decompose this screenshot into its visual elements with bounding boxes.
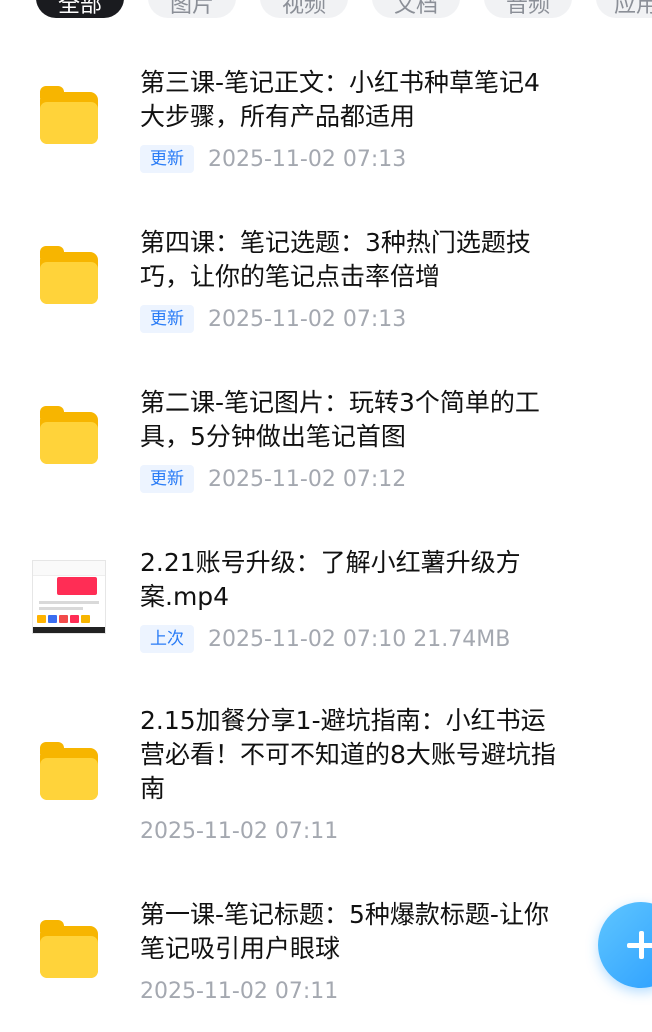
filter-chip-images[interactable]: 图片 [148, 0, 236, 18]
filter-chip-label: 视频 [281, 0, 326, 18]
item-title: 第三课-笔记正文：小红书种草笔记4 大步骤，所有产品都适用 [140, 68, 540, 131]
item-meta: 2025-11-02 07:11 [140, 816, 338, 846]
item-date: 2025-11-02 07:11 [140, 978, 339, 1004]
folder-icon [40, 920, 98, 978]
item-title: 第四课：笔记选题：3种热门选题技 巧，让你的笔记点击率倍增 [140, 228, 531, 291]
item-meta: 更新 2025-11-02 07:13 [140, 144, 406, 174]
item-date: 2025-11-02 07:13 [208, 146, 407, 172]
folder-icon [40, 246, 98, 304]
filter-chip-all[interactable]: 全部 [36, 0, 124, 18]
filter-chip-audio[interactable]: 音频 [484, 0, 572, 18]
filter-chip-docs[interactable]: 文档 [372, 0, 460, 18]
update-badge: 更新 [140, 465, 194, 493]
item-meta: 上次 2025-11-02 07:10 21.74MB [140, 624, 510, 654]
filter-chip-label: 应用 [614, 0, 652, 18]
update-badge: 更新 [140, 145, 194, 173]
item-date-size: 2025-11-02 07:10 21.74MB [208, 626, 511, 652]
last-viewed-badge: 上次 [140, 625, 194, 653]
folder-icon [40, 742, 98, 800]
file-list-item[interactable]: 2.21账号升级：了解小红薯升级方 案.mp4 上次 2025-11-02 07… [0, 540, 652, 660]
file-list-item[interactable]: 第二课-笔记图片：玩转3个简单的工 具，5分钟做出笔记首图 更新 2025-11… [0, 380, 652, 500]
filter-chip-label: 图片 [169, 0, 214, 18]
item-title: 第二课-笔记图片：玩转3个简单的工 具，5分钟做出笔记首图 [140, 388, 540, 451]
file-list-item[interactable]: 第一课-笔记标题：5种爆款标题-让你 笔记吸引用户眼球 2025-11-02 0… [0, 880, 652, 1010]
filter-chip-label: 全部 [57, 0, 102, 18]
item-date: 2025-11-02 07:13 [208, 306, 407, 332]
file-list-item[interactable]: 第四课：笔记选题：3种热门选题技 巧，让你的笔记点击率倍增 更新 2025-11… [0, 220, 652, 340]
item-title: 2.21账号升级：了解小红薯升级方 案.mp4 [140, 548, 521, 611]
item-meta: 2025-11-02 07:11 [140, 976, 338, 1006]
filter-chip-label: 音频 [505, 0, 550, 18]
filter-chip-apps[interactable]: 应用 [596, 0, 652, 18]
filter-bar: 全部 图片 视频 文档 音频 应用 [0, 0, 652, 20]
folder-icon [40, 406, 98, 464]
folder-icon [40, 86, 98, 144]
filter-chip-label: 文档 [393, 0, 438, 18]
item-meta: 更新 2025-11-02 07:12 [140, 464, 406, 494]
item-date: 2025-11-02 07:12 [208, 466, 407, 492]
item-meta: 更新 2025-11-02 07:13 [140, 304, 406, 334]
item-title: 2.15加餐分享1-避坑指南：小红书运 营必看！不可不知道的8大账号避坑指 南 [140, 706, 556, 803]
update-badge: 更新 [140, 305, 194, 333]
item-title: 第一课-笔记标题：5种爆款标题-让你 笔记吸引用户眼球 [140, 900, 549, 963]
filter-chip-videos[interactable]: 视频 [260, 0, 348, 18]
file-list-item[interactable]: 第三课-笔记正文：小红书种草笔记4 大步骤，所有产品都适用 更新 2025-11… [0, 60, 652, 180]
item-date: 2025-11-02 07:11 [140, 818, 339, 844]
file-list-item[interactable]: 2.15加餐分享1-避坑指南：小红书运 营必看！不可不知道的8大账号避坑指 南 … [0, 700, 652, 850]
video-thumbnail [32, 560, 106, 634]
